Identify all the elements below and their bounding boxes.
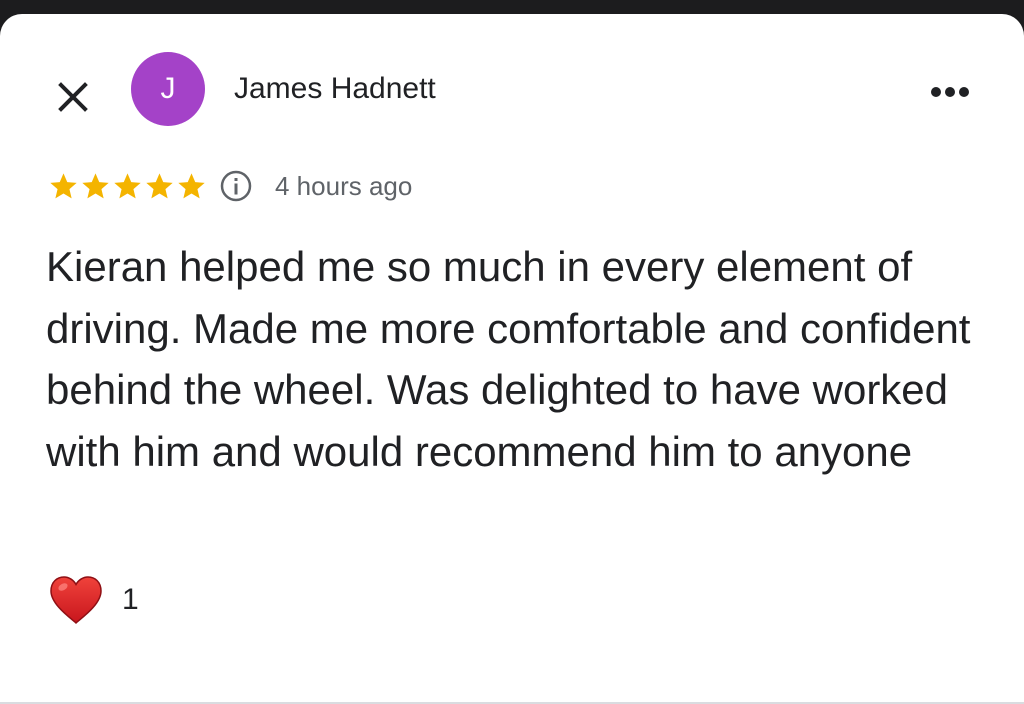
avatar[interactable]: J (131, 52, 205, 126)
star-icon (82, 172, 109, 198)
author-name[interactable]: James Hadnett (234, 72, 436, 106)
star-icon (114, 172, 141, 198)
close-icon (58, 82, 88, 112)
rating-row: 4 hours ago (48, 166, 412, 206)
review-sheet: J James Hadnett 4 hours ago Kieran helpe… (0, 14, 1024, 704)
star-icon (146, 172, 173, 198)
review-text: Kieran helped me so much in every elemen… (46, 243, 971, 475)
review-header: J James Hadnett (0, 14, 1024, 154)
info-icon[interactable] (219, 169, 253, 203)
review-time: 4 hours ago (275, 170, 413, 201)
more-options-button[interactable] (920, 72, 980, 112)
heart-icon (50, 576, 102, 625)
star-icon (178, 172, 205, 198)
like-button[interactable]: 1 (48, 570, 139, 630)
close-button[interactable] (48, 72, 98, 122)
avatar-initial: J (160, 72, 176, 105)
star-rating (48, 171, 207, 202)
reaction-count: 1 (122, 583, 139, 616)
more-options-icon (931, 87, 969, 97)
star-icon (50, 172, 77, 198)
